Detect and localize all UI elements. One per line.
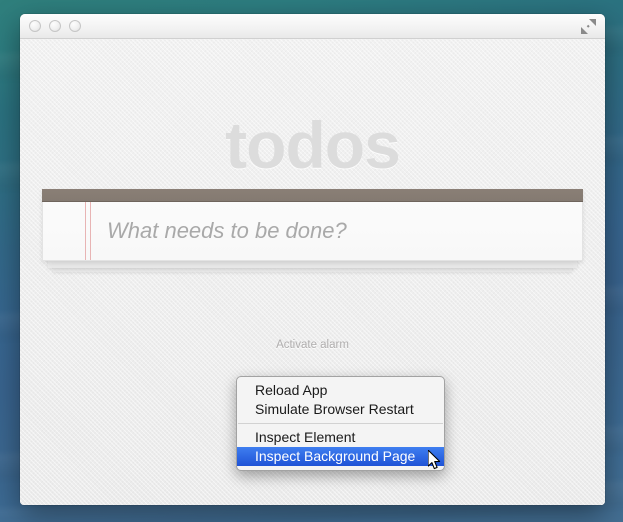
new-todo-input-wrapper[interactable] <box>42 202 583 261</box>
minimize-button[interactable] <box>49 20 61 32</box>
menu-separator <box>238 423 443 424</box>
page-title: todos <box>20 109 605 181</box>
menu-item-label: Reload App <box>255 382 327 398</box>
window-titlebar[interactable] <box>20 14 605 39</box>
activate-alarm-link[interactable]: Activate alarm <box>20 339 605 351</box>
app-content-area: todos Activate alarm Reload App Simulate… <box>20 39 605 505</box>
menu-item-label: Simulate Browser Restart <box>255 401 414 417</box>
margin-rule-line <box>85 202 86 260</box>
new-todo-input[interactable] <box>105 202 574 260</box>
menu-item-inspect-element[interactable]: Inspect Element <box>237 428 444 447</box>
menu-item-label: Inspect Element <box>255 429 355 445</box>
new-todo-card <box>42 189 583 261</box>
menu-item-simulate-browser-restart[interactable]: Simulate Browser Restart <box>237 400 444 419</box>
menu-item-label: Inspect Background Page <box>255 448 415 464</box>
app-window: todos Activate alarm Reload App Simulate… <box>20 14 605 505</box>
menu-item-inspect-background-page[interactable]: Inspect Background Page <box>237 447 444 466</box>
context-menu: Reload App Simulate Browser Restart Insp… <box>236 376 445 471</box>
menu-item-reload-app[interactable]: Reload App <box>237 381 444 400</box>
close-button[interactable] <box>29 20 41 32</box>
todo-card-topbar <box>42 189 583 202</box>
expand-diagonal-icon[interactable] <box>580 18 597 35</box>
margin-rule-line <box>90 202 91 260</box>
zoom-button[interactable] <box>69 20 81 32</box>
